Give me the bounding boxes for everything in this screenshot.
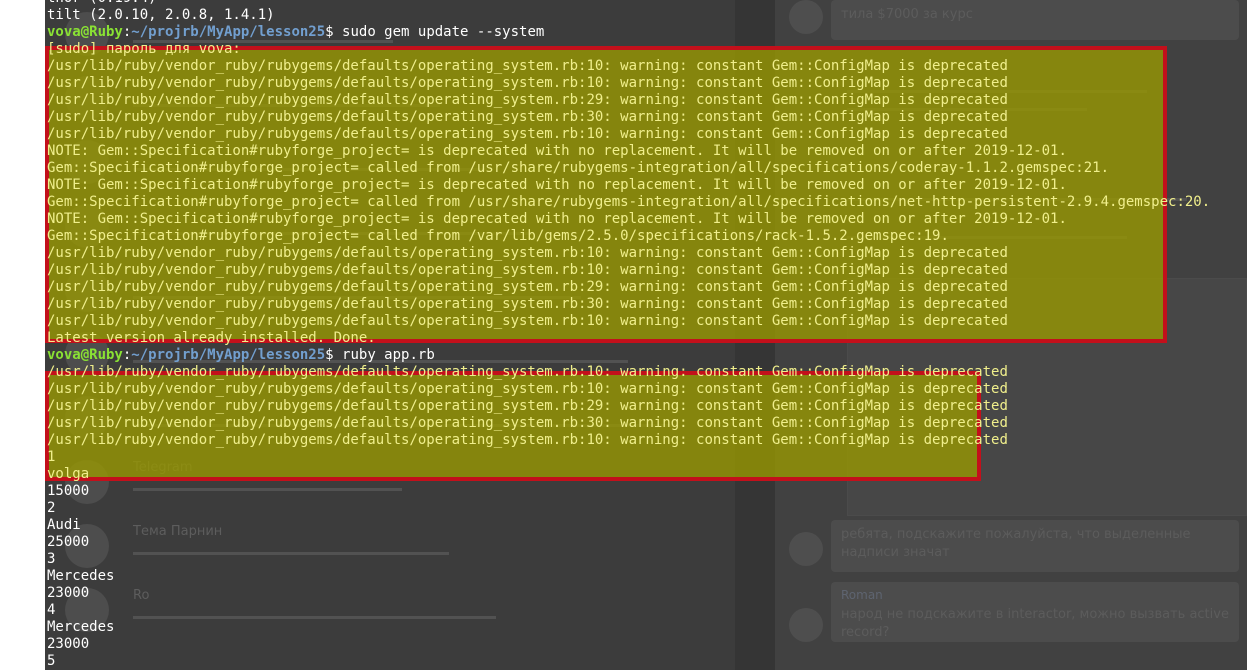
terminal-output-line: 2 xyxy=(47,500,56,516)
terminal-warning-line: /usr/lib/ruby/vendor_ruby/rubygems/defau… xyxy=(47,432,1008,448)
terminal-output[interactable]: thor (0.19.4)tilt (2.0.10, 2.0.8, 1.4.1)… xyxy=(47,0,1247,670)
prompt-command: $ ruby app.rb xyxy=(325,347,435,363)
terminal-warning-line: /usr/lib/ruby/vendor_ruby/rubygems/defau… xyxy=(47,262,1008,278)
terminal-output-line: Mercedes xyxy=(47,619,115,635)
terminal-warning-line: Gem::Specification#rubyforge_project= ca… xyxy=(47,194,1211,210)
terminal-output-line: Mercedes xyxy=(47,568,115,584)
terminal-warning-line: NOTE: Gem::Specification#rubyforge_proje… xyxy=(47,177,1067,193)
terminal-warning-line: Gem::Specification#rubyforge_project= ca… xyxy=(47,228,949,244)
terminal-warning-line: volga xyxy=(47,466,90,482)
prompt-user: vova@Ruby xyxy=(47,24,123,40)
terminal-warning-line: NOTE: Gem::Specification#rubyforge_proje… xyxy=(47,211,1067,227)
terminal-output-line: 23000 xyxy=(47,636,90,652)
prompt-path: ~/projrb/MyApp/lesson25 xyxy=(131,24,326,40)
terminal-warning-line: /usr/lib/ruby/vendor_ruby/rubygems/defau… xyxy=(47,381,1008,397)
terminal-output-line: 4 xyxy=(47,602,56,618)
terminal-output-line: 25000 xyxy=(47,534,90,550)
terminal-warning-line: /usr/lib/ruby/vendor_ruby/rubygems/defau… xyxy=(47,415,1008,431)
terminal-output-line: 3 xyxy=(47,551,56,567)
prompt-command: $ sudo gem update --system xyxy=(325,24,545,40)
terminal-warning-line: NOTE: Gem::Specification#rubyforge_proje… xyxy=(47,143,1067,159)
terminal-output-line: 5 xyxy=(47,653,56,669)
terminal-warning-line: /usr/lib/ruby/vendor_ruby/rubygems/defau… xyxy=(47,279,1008,295)
terminal-warning-line: /usr/lib/ruby/vendor_ruby/rubygems/defau… xyxy=(47,109,1008,125)
terminal-warning-line: Gem::Specification#rubyforge_project= ca… xyxy=(47,160,1110,176)
terminal-warning-line: [sudo] пароль для vova: xyxy=(47,41,241,57)
terminal-prompt-line: vova@Ruby:~/projrb/MyApp/lesson25$ sudo … xyxy=(47,24,1247,41)
terminal-warning-line: /usr/lib/ruby/vendor_ruby/rubygems/defau… xyxy=(47,126,1008,142)
terminal-warning-line: 1 xyxy=(47,449,56,465)
terminal-output-line: 15000 xyxy=(47,483,90,499)
terminal-warning-line: /usr/lib/ruby/vendor_ruby/rubygems/defau… xyxy=(47,313,1008,329)
terminal-warning-line: /usr/lib/ruby/vendor_ruby/rubygems/defau… xyxy=(47,364,1008,380)
terminal-warning-line: /usr/lib/ruby/vendor_ruby/rubygems/defau… xyxy=(47,398,1008,414)
terminal-warning-line: Latest version already installed. Done. xyxy=(47,330,376,346)
terminal-prompt-line: vova@Ruby:~/projrb/MyApp/lesson25$ ruby … xyxy=(47,347,1247,364)
terminal-warning-line: /usr/lib/ruby/vendor_ruby/rubygems/defau… xyxy=(47,58,1008,74)
terminal-warning-line: /usr/lib/ruby/vendor_ruby/rubygems/defau… xyxy=(47,75,1008,91)
terminal-warning-line: /usr/lib/ruby/vendor_ruby/rubygems/defau… xyxy=(47,245,1008,261)
terminal-output-line: tilt (2.0.10, 2.0.8, 1.4.1) xyxy=(47,7,275,23)
terminal-warning-line: /usr/lib/ruby/vendor_ruby/rubygems/defau… xyxy=(47,296,1008,312)
terminal-text-overlay: thor (0.19.4)tilt (2.0.10, 2.0.8, 1.4.1)… xyxy=(0,0,1247,670)
terminal-output-line: Audi xyxy=(47,517,81,533)
prompt-user: vova@Ruby xyxy=(47,347,123,363)
terminal-output-line: 23000 xyxy=(47,585,90,601)
terminal-warning-line: /usr/lib/ruby/vendor_ruby/rubygems/defau… xyxy=(47,92,1008,108)
terminal-output-line: thor (0.19.4) xyxy=(47,0,1247,7)
prompt-path: ~/projrb/MyApp/lesson25 xyxy=(131,347,326,363)
